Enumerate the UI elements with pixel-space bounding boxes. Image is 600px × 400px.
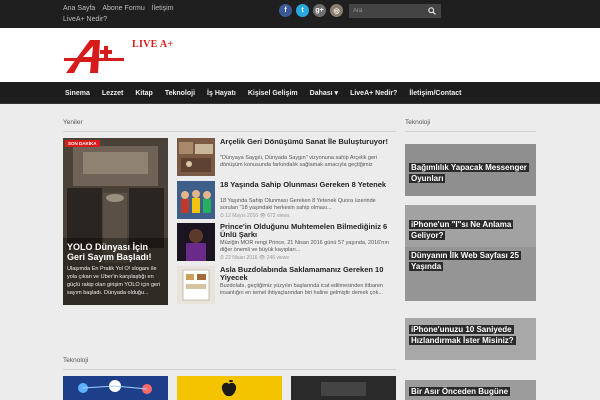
- list-item[interactable]: Asla Buzdolabında Saklamamanız Gereken 1…: [177, 266, 395, 308]
- bottom-post-thumbnail[interactable]: [291, 376, 396, 400]
- article-title[interactable]: Prince'in Olduğunu Muhtemelen Bilmediğin…: [220, 223, 395, 239]
- article-meta: ⏱ 12 Mayıs 2016 👁 672 views: [220, 213, 290, 219]
- article-excerpt: "Dünyaya Saygılı, Dünyada Saygın" vizyon…: [220, 155, 378, 168]
- nav-item-dahasi[interactable]: Dahası ▾: [310, 89, 338, 97]
- site-logo[interactable]: LIVE A+: [64, 38, 194, 74]
- main-nav: Sinema Lezzet Kitap Teknoloji İş Hayatı …: [0, 82, 600, 104]
- nav-item-iletisim[interactable]: İletişim/Contact: [409, 90, 461, 97]
- google-plus-icon[interactable]: g+: [313, 4, 326, 17]
- bottom-post-thumbnail[interactable]: [63, 376, 168, 400]
- sidebar-card-title[interactable]: Dünyanın İlk Web Sayfası 25 Yaşında: [409, 250, 534, 272]
- sidebar-card-title[interactable]: iPhone'un "I"sı Ne Anlama Geliyor?: [409, 219, 534, 241]
- bottom-post-thumbnail[interactable]: [177, 376, 282, 400]
- list-item[interactable]: Arçelik Geri Dönüşümü Sanat İle Buluştur…: [177, 138, 395, 180]
- article-title[interactable]: Asla Buzdolabında Saklamamanız Gereken 1…: [220, 266, 395, 282]
- sidebar-card-title[interactable]: Bağımlılık Yapacak Messenger Oyunları: [409, 162, 534, 184]
- top-links: Ana Sayfa Abone Formu İletişim LiveA+ Nedi…: [63, 3, 203, 25]
- sidebar-card-title[interactable]: Bir Asır Önceden Bugüne: [409, 386, 534, 397]
- sidebar-title: Teknoloji: [405, 119, 431, 126]
- sidebar-card[interactable]: Bağımlılık Yapacak Messenger Oyunları: [405, 144, 536, 196]
- featured-post[interactable]: SON DAKİKA YOLO Dünyası İçin Geri Sayım …: [63, 138, 168, 305]
- nav-item-livea-nedir[interactable]: LiveA+ Nedir?: [350, 90, 397, 97]
- top-link-subscribe[interactable]: Abone Formu: [102, 3, 144, 14]
- top-link-about[interactable]: LiveA+ Nedir?: [63, 14, 107, 25]
- article-thumbnail: [177, 181, 215, 219]
- section-title-yeniler: Yeniler: [63, 119, 83, 126]
- sidebar-card[interactable]: iPhone'unuzu 10 Saniyede Hızlandırmak İs…: [405, 318, 536, 360]
- section-divider: [63, 131, 396, 132]
- article-excerpt: Müziğin MOR rengi Prince, 21 Nisan 2016 …: [220, 240, 389, 253]
- top-bar: Ana Sayfa Abone Formu İletişim LiveA+ Nedi…: [0, 0, 600, 28]
- article-meta: ⏱ 22 Nisan 2016 👁 246 views: [220, 255, 289, 261]
- sidebar-card[interactable]: Bir Asır Önceden Bugüne: [405, 380, 536, 400]
- featured-excerpt: Ulaşımda En Pratik Yol O! sloganı ile yo…: [67, 266, 161, 296]
- site-header: LIVE A+: [0, 28, 600, 82]
- section-title-teknoloji: Teknoloji: [63, 357, 89, 364]
- article-title[interactable]: 18 Yaşında Sahip Olunması Gereken 8 Yete…: [220, 181, 395, 189]
- social-links: f t g+ ◎: [279, 4, 343, 17]
- search-icon[interactable]: [425, 4, 439, 18]
- nav-item-is-hayati[interactable]: İş Hayatı: [207, 90, 236, 97]
- article-excerpt: 18 Yaşında Sahip Olunması Gereken 8 Yete…: [220, 198, 376, 211]
- article-title[interactable]: Arçelik Geri Dönüşümü Sanat İle Buluştur…: [220, 138, 395, 146]
- nav-item-kisisel-gelisim[interactable]: Kişisel Gelişim: [248, 90, 298, 97]
- instagram-icon[interactable]: ◎: [330, 4, 343, 17]
- twitter-icon[interactable]: t: [296, 4, 309, 17]
- search-box: [349, 4, 441, 18]
- nav-item-lezzet[interactable]: Lezzet: [102, 90, 123, 97]
- article-thumbnail: [177, 223, 215, 261]
- article-thumbnail: [177, 138, 215, 176]
- list-item[interactable]: 18 Yaşında Sahip Olunması Gereken 8 Yete…: [177, 181, 395, 223]
- nav-item-teknoloji[interactable]: Teknoloji: [165, 90, 195, 97]
- facebook-icon[interactable]: f: [279, 4, 292, 17]
- search-input[interactable]: [349, 4, 425, 18]
- list-item[interactable]: Prince'in Olduğunu Muhtemelen Bilmediğin…: [177, 223, 395, 265]
- sidebar-card[interactable]: Dünyanın İlk Web Sayfası 25 Yaşında: [405, 247, 536, 301]
- logo-text: LIVE A+: [132, 39, 174, 50]
- article-excerpt: Buzdolabı, geçtiğimiz yüzyılın başlarınd…: [220, 283, 383, 296]
- sidebar-card-title[interactable]: iPhone'unuzu 10 Saniyede Hızlandırmak İs…: [409, 324, 534, 346]
- breaking-badge: SON DAKİKA: [65, 140, 100, 147]
- article-thumbnail: [177, 266, 215, 304]
- top-link-contact[interactable]: İletişim: [152, 3, 174, 14]
- sidebar-divider: [405, 131, 536, 132]
- featured-title[interactable]: YOLO Dünyası İçin Geri Sayım Başladı!: [67, 242, 167, 262]
- nav-item-sinema[interactable]: Sinema: [65, 90, 90, 97]
- nav-item-kitap[interactable]: Kitap: [135, 90, 153, 97]
- section-divider: [63, 369, 396, 370]
- top-link-home[interactable]: Ana Sayfa: [63, 3, 95, 14]
- logo-mark: [64, 40, 124, 73]
